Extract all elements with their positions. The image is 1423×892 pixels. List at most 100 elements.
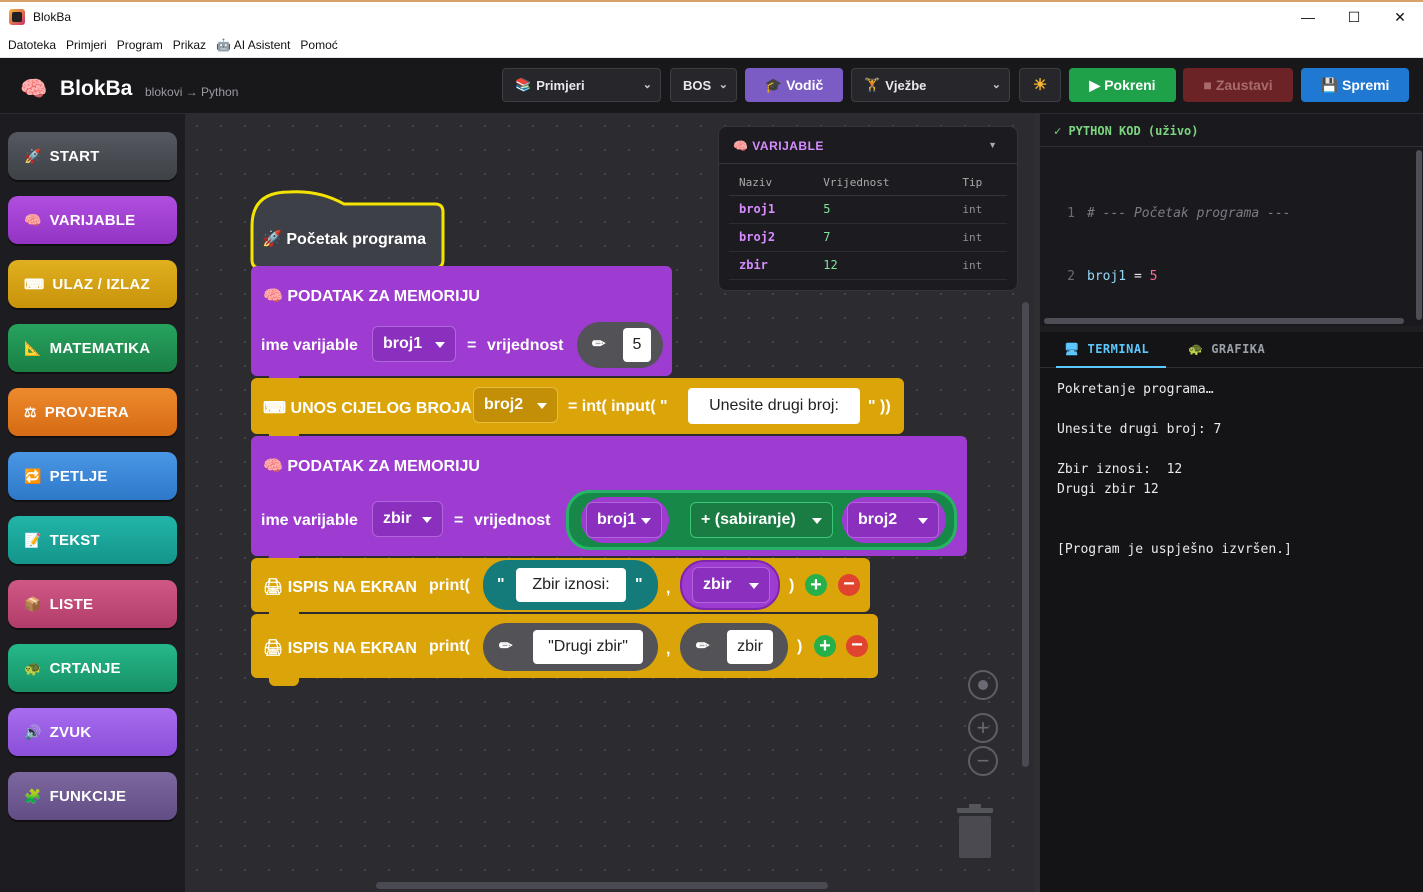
title-bar: BlokBa — ☐ ✕ xyxy=(0,0,1423,32)
floppy-disk-icon: 💾 xyxy=(1320,76,1338,93)
number-value-pill[interactable]: ✏ 5 xyxy=(577,322,663,368)
text-input[interactable]: "Drugi zbir" xyxy=(533,630,643,664)
variable-input[interactable]: zbir xyxy=(727,630,773,664)
number-input[interactable]: 5 xyxy=(623,328,651,362)
variables-table: Naziv Vrijednost Tip broj1 5 int broj2 7… xyxy=(729,171,1007,280)
print-block-2[interactable]: 🖨 ISPIS NA EKRAN print( ✏ "Drugi zbir" ,… xyxy=(251,614,878,686)
brain-icon: 🧠 xyxy=(733,139,749,153)
category-lists[interactable]: 📦 LISTE xyxy=(8,580,177,628)
menu-examples[interactable]: Primjeri xyxy=(66,36,107,54)
menu-help[interactable]: Pomoć xyxy=(300,36,337,54)
variable-dropdown[interactable]: broj2 xyxy=(473,387,558,423)
language-select[interactable]: BOS ⌄ xyxy=(670,68,737,102)
category-label: PROVJERA xyxy=(44,403,129,421)
category-functions[interactable]: 🧩 FUNKCIJE xyxy=(8,772,177,820)
category-conditions[interactable]: ⚖ PROVJERA xyxy=(8,388,177,436)
math-expression[interactable]: broj1 + (sabiranje) broj2 xyxy=(566,490,957,550)
close-paren-label: ) xyxy=(789,577,795,594)
variable-block-zbir[interactable]: 🧠 PODATAK ZA MEMORIJU ime varijable zbir… xyxy=(251,436,967,564)
code-editor[interactable]: 1# --- Početak programa --- 2broj1 = 5 3… xyxy=(1040,161,1416,326)
variable-block-broj1[interactable]: 🧠 PODATAK ZA MEMORIJU ime varijable broj… xyxy=(251,266,672,384)
chevron-down-icon: ⌄ xyxy=(991,79,1001,91)
column-header: Naziv xyxy=(729,171,814,196)
examples-select[interactable]: 📚 Primjeri ⌄ xyxy=(502,68,661,102)
variable-dropdown[interactable]: broj1 xyxy=(372,326,456,362)
operand-right[interactable]: broj2 xyxy=(842,497,946,543)
category-drawing[interactable]: 🐢 CRTANJE xyxy=(8,644,177,692)
variable-dropdown[interactable]: broj1 xyxy=(586,502,662,538)
tab-graphics[interactable]: 🐢 GRAFIKA xyxy=(1188,342,1265,356)
run-button[interactable]: ▶ Pokreni xyxy=(1069,68,1176,102)
menu-ai-assistant[interactable]: 🤖 AI Asistent xyxy=(216,36,290,54)
caret-down-icon xyxy=(422,517,432,523)
block-workspace[interactable]: 🚀 Početak programa 🧠 PODATAK ZA MEMORIJU… xyxy=(185,114,1034,892)
save-button[interactable]: 💾 Spremi xyxy=(1301,68,1409,102)
stop-icon: ■ xyxy=(1203,77,1212,93)
keyboard-icon: ⌨ xyxy=(263,400,287,417)
monitor-icon: 🖥 xyxy=(1064,342,1080,356)
recenter-icon[interactable] xyxy=(968,670,998,700)
operator-dropdown[interactable]: + (sabiranje) xyxy=(690,502,833,538)
workspace-vertical-scrollbar[interactable] xyxy=(1022,302,1029,767)
category-sound[interactable]: 🔊 ZVUK xyxy=(8,708,177,756)
pencil-icon: ✏ xyxy=(696,638,710,655)
operand-left[interactable]: broj1 xyxy=(581,497,669,543)
terminal-line: Zbir iznosi: 12 xyxy=(1057,462,1183,477)
brain-logo-icon: 🧠 xyxy=(20,76,48,101)
zoom-out-icon[interactable]: − xyxy=(968,746,998,776)
caret-down-icon xyxy=(749,583,759,589)
zoom-in-icon[interactable]: + xyxy=(968,713,998,743)
stop-button[interactable]: ■ Zaustavi xyxy=(1183,68,1293,102)
terminal-output[interactable]: Pokretanje programa… Unesite drugi broj:… xyxy=(1057,380,1292,560)
maximize-button[interactable]: ☐ xyxy=(1331,2,1377,32)
books-icon: 📚 xyxy=(515,77,532,92)
remove-argument-icon[interactable]: − xyxy=(838,574,860,596)
print-block-1[interactable]: 🖨 ISPIS NA EKRAN print( " Zbir iznosi: "… xyxy=(251,558,870,620)
trash-icon[interactable] xyxy=(956,804,994,860)
code-horizontal-scrollbar[interactable] xyxy=(1044,318,1404,324)
category-variables[interactable]: 🧠 VARIJABLE xyxy=(8,196,177,244)
text-literal-pill[interactable]: ✏ "Drugi zbir" xyxy=(483,623,658,671)
variable-dropdown[interactable]: zbir xyxy=(372,501,443,537)
print-call-label: print( xyxy=(429,638,470,655)
add-argument-icon[interactable]: + xyxy=(814,635,836,657)
caret-down-icon xyxy=(641,518,651,524)
int-input-block[interactable]: ⌨ UNOS CIJELOG BROJA broj2 = int( input(… xyxy=(251,378,904,442)
text-literal-pill[interactable]: " Zbir iznosi: " xyxy=(483,560,658,610)
variable-pill[interactable]: ✏ zbir xyxy=(680,623,788,671)
robot-icon: 🤖 xyxy=(216,37,232,52)
category-start[interactable]: 🚀 START xyxy=(8,132,177,180)
category-math[interactable]: 📐 MATEMATIKA xyxy=(8,324,177,372)
add-argument-icon[interactable]: + xyxy=(805,574,827,596)
text-input[interactable]: Zbir iznosi: xyxy=(516,568,626,602)
terminal-line: [Program je uspješno izvršen.] xyxy=(1057,542,1292,557)
minimize-button[interactable]: — xyxy=(1285,2,1331,32)
terminal-line: Pokretanje programa… xyxy=(1057,382,1214,397)
menu-file[interactable]: Datoteka xyxy=(8,36,56,54)
theme-toggle-button[interactable]: ☀ xyxy=(1019,68,1061,102)
tab-terminal[interactable]: 🖥 TERMINAL xyxy=(1064,342,1149,356)
block-title: 🖨 ISPIS NA EKRAN xyxy=(263,640,417,657)
variable-dropdown[interactable]: broj2 xyxy=(847,502,939,538)
printer-icon: 🖨 xyxy=(263,579,284,596)
prompt-text-input[interactable]: Unesite drugi broj: xyxy=(688,388,860,424)
close-button[interactable]: ✕ xyxy=(1377,2,1423,32)
collapse-icon[interactable]: ▼ xyxy=(988,140,997,150)
variable-dropdown[interactable]: zbir xyxy=(692,567,770,603)
menu-view[interactable]: Prikaz xyxy=(173,36,206,54)
remove-argument-icon[interactable]: − xyxy=(846,635,868,657)
workspace-horizontal-scrollbar[interactable] xyxy=(376,882,828,889)
category-text[interactable]: 📝 TEKST xyxy=(8,516,177,564)
guide-button[interactable]: 🎓 Vodič xyxy=(745,68,843,102)
menu-program[interactable]: Program xyxy=(117,36,163,54)
speaker-icon: 🔊 xyxy=(24,723,42,740)
code-vertical-scrollbar[interactable] xyxy=(1416,150,1422,320)
category-loops[interactable]: 🔁 PETLJE xyxy=(8,452,177,500)
memo-icon: 📝 xyxy=(24,531,42,548)
value-label: vrijednost xyxy=(474,512,551,529)
category-input-output[interactable]: ⌨ ULAZ / IZLAZ xyxy=(8,260,177,308)
exercises-select[interactable]: 🏋 Vježbe ⌄ xyxy=(851,68,1010,102)
variable-pill[interactable]: zbir xyxy=(680,560,780,610)
